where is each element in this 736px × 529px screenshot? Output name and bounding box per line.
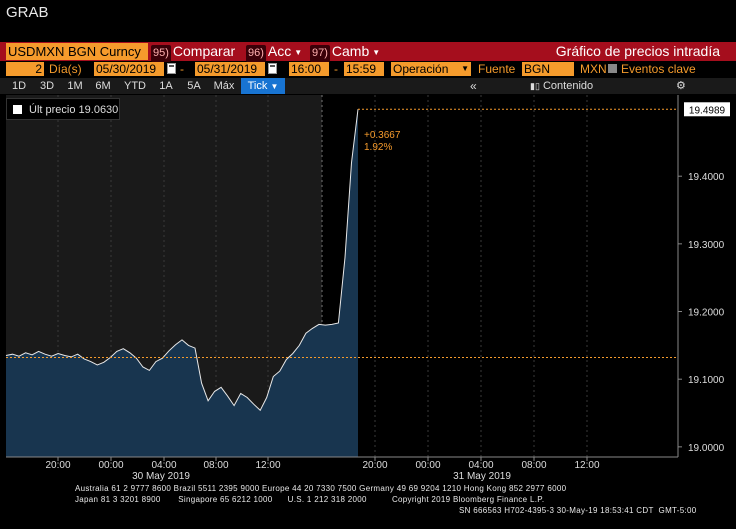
x-tick-label: 08:00 [203, 460, 228, 471]
x-tick-label: 00:00 [98, 460, 123, 471]
period-1m-button[interactable]: 1M [64, 78, 86, 94]
caret-down-icon: ▼ [294, 47, 303, 57]
footer-serial: SN 666563 H702-4395-3 30-May-19 18:53:41… [459, 506, 697, 515]
change-button[interactable]: 97) Camb ▼ [310, 43, 381, 62]
x-tick-label: 20:00 [45, 460, 70, 471]
calendar-icon[interactable] [268, 63, 277, 74]
currency-label: MXN [580, 62, 607, 76]
key-events-label: Eventos clave [621, 62, 696, 76]
y-tick-label: 19.3000 [688, 240, 725, 251]
x-tick-label: 08:00 [521, 460, 546, 471]
content-label: Contenido [542, 80, 594, 92]
change-number: 97) [310, 45, 330, 62]
compare-button[interactable]: 95) Comparar [151, 43, 236, 62]
legend-label: Últ precio [29, 104, 76, 116]
change-pct-annotation: 1.92% [364, 142, 392, 153]
x-axis-ticks: 20:00 00:00 04:00 08:00 12:00 20:00 00:00 04:00… [45, 457, 600, 471]
compare-number: 95) [151, 45, 171, 62]
x-tick-label: 04:00 [468, 460, 493, 471]
x-tick-label: 00:00 [415, 460, 440, 471]
period-tick-label: Tick [247, 80, 268, 92]
key-events-checkbox[interactable] [608, 64, 617, 73]
x-tick-label: 20:00 [362, 460, 387, 471]
price-chart[interactable]: 19.0000 19.1000 19.2000 19.3000 19.4000 20:0… [0, 95, 736, 490]
security-input[interactable]: USDMXN BGN Curncy [6, 43, 148, 60]
day-label-2: 31 May 2019 [453, 471, 511, 482]
end-time-input[interactable]: 15:59 [344, 62, 384, 76]
caret-down-icon: ▼ [372, 47, 381, 57]
source-label: Fuente [478, 62, 516, 76]
actions-button[interactable]: 96) Acc ▼ [246, 43, 303, 62]
period-3d-button[interactable]: 3D [36, 78, 58, 94]
caret-down-icon: ▼ [461, 64, 469, 73]
content-menu[interactable]: ▮▯ Contenido [530, 78, 593, 94]
period-tick-dropdown[interactable]: Tick ▼ [241, 78, 285, 94]
y-tick-label: 19.0000 [688, 443, 725, 454]
x-tick-label: 12:00 [255, 460, 280, 471]
period-1a-button[interactable]: 1A [155, 78, 177, 94]
day-label-1: 30 May 2019 [132, 471, 190, 482]
window-title: GRAB [6, 4, 49, 21]
days-label: Día(s) [49, 62, 82, 76]
days-input[interactable]: 2 [6, 62, 44, 76]
x-tick-label: 04:00 [151, 460, 176, 471]
y-tick-label: 19.2000 [688, 308, 725, 319]
start-date-input[interactable]: 05/30/2019 [94, 62, 164, 76]
compare-label: Comparar [172, 43, 236, 59]
actions-label: Acc [267, 43, 292, 59]
end-date-input[interactable]: 05/31/2019 [195, 62, 265, 76]
y-axis-ticks: 19.0000 19.1000 19.2000 19.3000 19.4000 [678, 172, 725, 454]
legend-value: 19.0630 [78, 104, 119, 116]
period-6m-button[interactable]: 6M [92, 78, 114, 94]
caret-down-icon: ▼ [270, 82, 279, 91]
start-time-input[interactable]: 16:00 [289, 62, 329, 76]
actions-number: 96) [246, 45, 266, 62]
date-separator: - [180, 62, 184, 76]
period-5a-button[interactable]: 5A [183, 78, 205, 94]
legend-checkbox[interactable] [13, 105, 22, 114]
footer-contact-2: Japan 81 3 3201 8900 Singapore 65 6212 1… [75, 495, 545, 504]
footer-contact-1: Australia 61 2 9777 8600 Brazil 5511 239… [75, 484, 567, 493]
operation-select[interactable]: Operación ▼ [391, 62, 471, 76]
last-price-tag-text: 19.4989 [689, 105, 726, 116]
y-tick-label: 19.4000 [688, 172, 725, 183]
change-annotation: +0.3667 [364, 130, 401, 141]
chart-title: Gráfico de precios intradía [555, 43, 720, 59]
y-tick-label: 19.1000 [688, 375, 725, 386]
collapse-left-icon[interactable]: « [470, 79, 477, 93]
period-1d-button[interactable]: 1D [8, 78, 30, 94]
gear-icon[interactable]: ⚙ [676, 78, 686, 94]
legend[interactable]: Últ precio 19.0630 [6, 98, 120, 120]
chart-icon: ▮▯ [530, 81, 540, 91]
period-ytd-button[interactable]: YTD [121, 78, 149, 94]
period-max-button[interactable]: Máx [210, 78, 238, 94]
operation-value: Operación [393, 62, 449, 76]
x-tick-label: 12:00 [574, 460, 599, 471]
calendar-icon[interactable] [167, 63, 176, 74]
source-input[interactable]: BGN [522, 62, 574, 76]
change-label: Camb [331, 43, 370, 59]
time-separator: - [334, 62, 338, 76]
